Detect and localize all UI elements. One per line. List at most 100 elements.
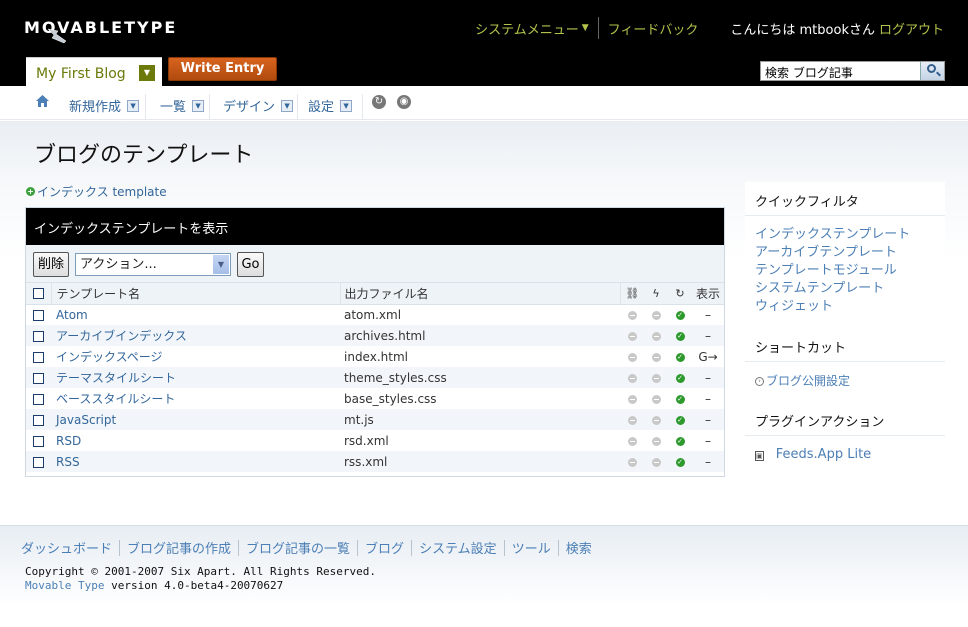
search-box[interactable]: 検索 ブログ記事 bbox=[760, 61, 945, 81]
chevron-down-icon[interactable]: ▼ bbox=[192, 99, 205, 112]
view-cell[interactable]: G→ bbox=[692, 346, 724, 367]
table-row: JavaScript mt.js ✓ – bbox=[26, 409, 724, 430]
disabled-icon bbox=[651, 394, 661, 404]
template-name-link[interactable]: JavaScript bbox=[56, 413, 116, 427]
view-cell[interactable]: – bbox=[692, 325, 724, 346]
check-icon: ✓ bbox=[675, 373, 685, 383]
view-cell[interactable]: – bbox=[692, 388, 724, 409]
movable-type-logo[interactable]: MOVABLETYPE bbox=[24, 18, 177, 44]
logout-link[interactable]: ログアウト bbox=[879, 19, 944, 38]
chevron-down-icon[interactable]: ▼ bbox=[281, 99, 294, 112]
template-name-link[interactable]: RSD bbox=[56, 434, 81, 448]
feeds-app-link[interactable]: ▣ Feeds.App Lite bbox=[755, 446, 945, 464]
filter-template-modules[interactable]: テンプレートモジュール bbox=[755, 262, 945, 280]
row-checkbox[interactable] bbox=[33, 435, 44, 447]
view-cell[interactable]: – bbox=[692, 304, 724, 325]
action-bar: 削除 アクション... ▼ Go bbox=[26, 245, 724, 283]
menu-create[interactable]: 新規作成 ▼ bbox=[69, 96, 140, 115]
row-checkbox[interactable] bbox=[33, 414, 44, 426]
action-select[interactable]: アクション... ▼ bbox=[75, 253, 231, 276]
footer-dashboard[interactable]: ダッシュボード bbox=[21, 538, 112, 557]
search-input[interactable]: 検索 ブログ記事 bbox=[765, 64, 853, 81]
view-cell[interactable]: – bbox=[692, 451, 724, 472]
filter-archive-templates[interactable]: アーカイブテンプレート bbox=[755, 244, 945, 262]
chevron-down-icon[interactable]: ▼ bbox=[582, 23, 589, 33]
search-button[interactable] bbox=[920, 62, 944, 80]
chevron-down-icon[interactable]: ▼ bbox=[340, 99, 353, 112]
footer: ダッシュボード ブログ記事の作成 ブログ記事の一覧 ブログ システム設定 ツール… bbox=[0, 525, 968, 627]
table-row: Atom atom.xml ✓ – bbox=[26, 304, 724, 325]
template-name-link[interactable]: インデックスページ bbox=[56, 350, 163, 364]
disabled-icon bbox=[627, 415, 637, 425]
footer-blog[interactable]: ブログ bbox=[365, 538, 404, 557]
dynamic-status bbox=[644, 409, 668, 430]
disabled-icon bbox=[627, 331, 637, 341]
linked-status bbox=[620, 451, 644, 472]
template-listing: インデックステンプレートを表示 削除 アクション... ▼ Go テンプレート名… bbox=[25, 207, 725, 477]
menu-design[interactable]: デザイン ▼ bbox=[223, 96, 294, 115]
chevron-down-icon[interactable]: ▼ bbox=[139, 65, 155, 81]
footer-new-entry[interactable]: ブログ記事の作成 bbox=[127, 538, 231, 557]
disabled-icon bbox=[627, 310, 637, 320]
template-name-link[interactable]: ベーススタイルシート bbox=[56, 392, 175, 406]
create-index-template-link[interactable]: + インデックス template bbox=[26, 183, 167, 200]
template-table: テンプレート名 出力ファイル名 ⛓ ϟ ↻ 表示 Atom atom.xml ✓ – ア… bbox=[26, 283, 724, 472]
rebuild-icon: ↻ bbox=[675, 287, 685, 301]
template-name-cell: アーカイブインデックス bbox=[51, 325, 340, 346]
table-header-row: テンプレート名 出力ファイル名 ⛓ ϟ ↻ 表示 bbox=[26, 283, 724, 305]
view-cell[interactable]: – bbox=[692, 367, 724, 388]
home-icon[interactable] bbox=[35, 94, 50, 108]
rebuild-icon[interactable]: ↻ bbox=[372, 95, 386, 109]
copyright-text: Copyright © 2001-2007 Six Apart. All Rig… bbox=[25, 565, 376, 578]
row-checkbox[interactable] bbox=[33, 330, 44, 342]
footer-tools[interactable]: ツール bbox=[512, 538, 551, 557]
output-file-cell: archives.html bbox=[340, 325, 620, 346]
create-link-label: インデックス template bbox=[37, 185, 167, 199]
view-site-icon[interactable]: ◉ bbox=[397, 95, 411, 109]
write-entry-button[interactable]: Write Entry bbox=[168, 57, 277, 81]
wrench-icon bbox=[47, 28, 67, 44]
row-checkbox[interactable] bbox=[33, 393, 44, 405]
column-output-file[interactable]: 出力ファイル名 bbox=[339, 283, 620, 305]
filter-widgets[interactable]: ウィジェット bbox=[755, 298, 945, 316]
chevron-down-icon[interactable]: ▼ bbox=[127, 99, 140, 112]
main-menu: 新規作成 ▼ 一覧 ▼ デザイン ▼ 設定 ▼ ↻ ◉ bbox=[0, 86, 968, 120]
row-checkbox[interactable] bbox=[33, 456, 44, 468]
column-template-name[interactable]: テンプレート名 bbox=[50, 283, 340, 305]
check-icon: ✓ bbox=[675, 436, 685, 446]
footer-entry-list[interactable]: ブログ記事の一覧 bbox=[246, 538, 350, 557]
template-name-link[interactable]: アーカイブインデックス bbox=[56, 329, 187, 343]
delete-button[interactable]: 削除 bbox=[33, 252, 69, 277]
select-all-checkbox[interactable] bbox=[32, 288, 44, 300]
feedback-link[interactable]: フィードバック bbox=[608, 19, 699, 38]
listing-header: インデックステンプレートを表示 bbox=[26, 208, 724, 245]
output-file-cell: mt.js bbox=[340, 409, 620, 430]
chevron-down-icon[interactable]: ▼ bbox=[213, 255, 229, 274]
table-row: インデックスページ index.html ✓ G→ bbox=[26, 346, 724, 367]
row-select-cell bbox=[26, 367, 51, 388]
blog-selector[interactable]: My First Blog ▼ bbox=[26, 57, 162, 86]
table-row: RSD rsd.xml ✓ – bbox=[26, 430, 724, 451]
go-button[interactable]: Go bbox=[237, 252, 264, 277]
dynamic-status bbox=[644, 325, 668, 346]
row-checkbox[interactable] bbox=[33, 351, 44, 363]
filter-index-templates[interactable]: インデックステンプレート bbox=[755, 226, 945, 244]
publish-settings-link[interactable]: › ブログ公開設定 bbox=[755, 372, 945, 390]
menu-settings[interactable]: 設定 ▼ bbox=[308, 96, 353, 115]
row-checkbox[interactable] bbox=[33, 309, 44, 321]
rebuild-status: ✓ bbox=[668, 388, 692, 409]
template-name-cell: インデックスページ bbox=[51, 346, 340, 367]
movable-type-link[interactable]: Movable Type bbox=[25, 579, 104, 592]
view-cell[interactable]: – bbox=[692, 430, 724, 451]
view-cell[interactable]: – bbox=[692, 409, 724, 430]
row-checkbox[interactable] bbox=[33, 372, 44, 384]
footer-search[interactable]: 検索 bbox=[566, 538, 592, 557]
template-name-link[interactable]: テーマスタイルシート bbox=[56, 371, 176, 385]
menu-list[interactable]: 一覧 ▼ bbox=[160, 96, 205, 115]
footer-system-settings[interactable]: システム設定 bbox=[419, 538, 497, 557]
template-name-link[interactable]: Atom bbox=[56, 308, 88, 322]
system-menu-link[interactable]: システムメニュー bbox=[475, 19, 579, 38]
check-icon: ✓ bbox=[675, 457, 685, 467]
template-name-link[interactable]: RSS bbox=[56, 455, 80, 469]
filter-system-templates[interactable]: システムテンプレート bbox=[755, 280, 945, 298]
